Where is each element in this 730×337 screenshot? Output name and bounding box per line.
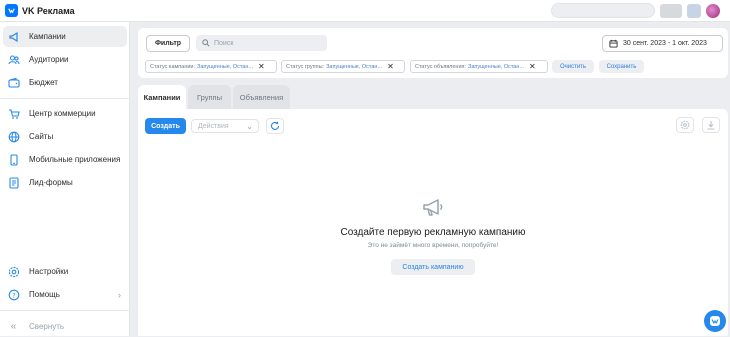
vk-logo-icon bbox=[5, 4, 18, 17]
tab-ads[interactable]: Объявления bbox=[233, 85, 290, 109]
globe-icon bbox=[7, 130, 20, 143]
brand-name: VK Реклама bbox=[22, 5, 75, 16]
calendar-icon bbox=[609, 39, 618, 48]
wallet-icon bbox=[7, 76, 20, 89]
sidebar-item-settings[interactable]: Настройки bbox=[3, 261, 127, 282]
sidebar-item-help[interactable]: ? Помощь › bbox=[3, 284, 127, 305]
chevron-right-icon: › bbox=[118, 289, 121, 300]
save-filters-button[interactable]: Сохранить bbox=[599, 60, 644, 73]
cart-icon bbox=[7, 107, 20, 120]
actions-placeholder: Действия bbox=[198, 122, 229, 130]
sidebar-item-label: Свернуть bbox=[29, 322, 65, 331]
table-settings-button[interactable] bbox=[676, 117, 694, 133]
close-icon[interactable]: ✕ bbox=[258, 62, 265, 71]
filter-chip-ad-status[interactable]: Статус объявления: Запущенные, Остан... … bbox=[410, 60, 548, 73]
form-icon bbox=[7, 176, 20, 189]
gear-icon bbox=[680, 120, 690, 130]
filter-chip-group-status[interactable]: Статус группы: Запущенные, Остан... ✕ bbox=[281, 60, 405, 73]
sidebar-item-label: Настройки bbox=[29, 267, 69, 276]
campaigns-panel: Создать Действия ⌄ Создайте первую рекла… bbox=[138, 109, 728, 336]
empty-state-subtitle: Это не займёт много времени, попробуйте! bbox=[367, 242, 499, 249]
chip-label: Статус группы: bbox=[286, 63, 325, 70]
main-content: Фильтр Поиск 30 сент. 2023 - 1 окт. 2023… bbox=[138, 28, 728, 336]
filter-chip-campaign-status[interactable]: Статус кампании: Запущенные, Остан... ✕ bbox=[145, 60, 277, 73]
sidebar-item-campaigns[interactable]: Кампании bbox=[3, 26, 127, 47]
tab-groups[interactable]: Группы bbox=[188, 85, 231, 109]
sidebar-item-label: Центр коммерции bbox=[29, 109, 96, 118]
download-icon bbox=[707, 121, 715, 130]
search-input[interactable]: Поиск bbox=[196, 35, 327, 51]
chip-value: Запущенные, Остан... bbox=[197, 63, 253, 70]
create-campaign-button[interactable]: Создать кампанию bbox=[391, 259, 475, 275]
date-range-value: 30 сент. 2023 - 1 окт. 2023 bbox=[623, 40, 707, 47]
tabs: Кампании Группы Объявления bbox=[138, 85, 728, 109]
users-icon bbox=[7, 53, 20, 66]
sidebar: Кампании Аудитории Бюджет Центр коммерци… bbox=[0, 22, 130, 336]
empty-state-title: Создайте первую рекламную кампанию bbox=[340, 227, 526, 238]
megaphone-icon bbox=[7, 30, 20, 43]
chip-value: Запущенные, Остан... bbox=[326, 63, 383, 70]
chip-label: Статус кампании: bbox=[150, 63, 196, 70]
sidebar-item-label: Помощь bbox=[29, 290, 60, 299]
help-icon: ? bbox=[7, 288, 20, 301]
close-icon[interactable]: ✕ bbox=[387, 62, 394, 71]
top-bar: VK Реклама bbox=[0, 0, 730, 22]
sidebar-item-label: Мобильные приложения bbox=[29, 155, 121, 164]
download-button[interactable] bbox=[702, 117, 720, 133]
sidebar-collapse[interactable]: « Свернуть bbox=[3, 316, 127, 337]
vk-chat-icon bbox=[710, 316, 720, 326]
support-chat-button[interactable] bbox=[704, 310, 726, 332]
cabinet-icon[interactable] bbox=[687, 3, 701, 18]
sidebar-item-lead-forms[interactable]: Лид-формы bbox=[3, 172, 127, 193]
smartphone-icon bbox=[7, 153, 20, 166]
refresh-icon bbox=[271, 121, 280, 130]
date-range-picker[interactable]: 30 сент. 2023 - 1 окт. 2023 bbox=[602, 35, 723, 52]
sidebar-item-sites[interactable]: Сайты bbox=[3, 126, 127, 147]
chevron-down-icon: ⌄ bbox=[246, 122, 253, 131]
avatar[interactable] bbox=[706, 3, 720, 18]
megaphone-icon bbox=[421, 196, 445, 220]
actions-select[interactable]: Действия ⌄ bbox=[191, 119, 259, 133]
sidebar-item-budget[interactable]: Бюджет bbox=[3, 72, 127, 93]
search-placeholder: Поиск bbox=[214, 39, 234, 47]
svg-text:?: ? bbox=[12, 291, 15, 299]
filter-button[interactable]: Фильтр bbox=[146, 35, 190, 52]
refresh-button[interactable] bbox=[266, 118, 284, 134]
filter-bar: Фильтр Поиск 30 сент. 2023 - 1 окт. 2023… bbox=[138, 28, 728, 78]
sidebar-divider bbox=[0, 310, 130, 311]
gear-icon bbox=[7, 265, 20, 278]
double-chevron-left-icon: « bbox=[10, 321, 17, 332]
chip-label: Статус объявления: bbox=[415, 63, 467, 70]
sidebar-divider bbox=[0, 98, 130, 99]
clear-filters-button[interactable]: Очистить bbox=[552, 60, 594, 73]
sidebar-item-audiences[interactable]: Аудитории bbox=[3, 49, 127, 70]
sidebar-item-label: Лид-формы bbox=[29, 178, 73, 187]
balance-badge[interactable] bbox=[660, 3, 682, 18]
chip-value: Запущенные, Остан... bbox=[468, 63, 524, 70]
brand-logo[interactable]: VK Реклама bbox=[5, 4, 75, 17]
sidebar-item-label: Кампании bbox=[29, 32, 66, 41]
sidebar-item-mobile-apps[interactable]: Мобильные приложения bbox=[3, 149, 127, 170]
sidebar-item-label: Аудитории bbox=[29, 55, 69, 64]
sidebar-item-label: Сайты bbox=[29, 132, 54, 141]
tab-campaigns[interactable]: Кампании bbox=[138, 85, 186, 109]
search-icon bbox=[202, 39, 210, 47]
close-icon[interactable]: ✕ bbox=[529, 62, 536, 71]
create-button[interactable]: Создать bbox=[145, 118, 186, 134]
sidebar-item-commerce[interactable]: Центр коммерции bbox=[3, 103, 127, 124]
sidebar-item-label: Бюджет bbox=[29, 78, 58, 87]
account-area bbox=[551, 3, 720, 18]
account-selector[interactable] bbox=[551, 3, 655, 18]
